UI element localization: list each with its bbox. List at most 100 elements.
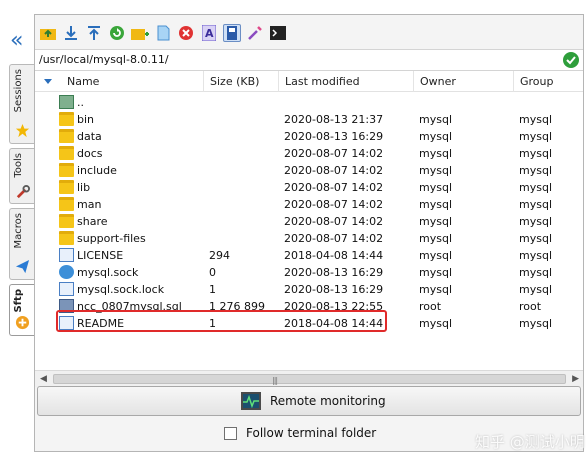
text-icon[interactable]: A <box>200 24 218 42</box>
tab-sftp[interactable]: Sftp <box>9 284 35 336</box>
path-bar[interactable]: /usr/local/mysql-8.0.11/ <box>35 49 583 71</box>
tab-sftp-label: Sftp <box>13 289 24 313</box>
file-name: docs <box>77 147 103 160</box>
file-name: .. <box>77 96 84 109</box>
download-icon[interactable] <box>62 24 80 42</box>
paper-plane-icon <box>15 259 30 274</box>
file-row[interactable]: man 2020-08-07 14:02 mysql mysql <box>35 196 583 213</box>
file-row[interactable]: .. <box>35 94 583 111</box>
remote-monitoring-button[interactable]: Remote monitoring <box>37 386 581 416</box>
file-row[interactable]: share 2020-08-07 14:02 mysql mysql <box>35 213 583 230</box>
file-group: mysql <box>519 181 552 194</box>
file-group: mysql <box>519 164 552 177</box>
file-modified: 2020-08-13 16:29 <box>284 283 384 296</box>
file-row[interactable]: mysql.sock 0 2020-08-13 16:29 mysql mysql <box>35 264 583 281</box>
file-row[interactable]: include 2020-08-07 14:02 mysql mysql <box>35 162 583 179</box>
scroll-left-icon[interactable]: ◀ <box>40 374 47 384</box>
file-size: 0 <box>209 266 216 279</box>
path-ok-icon[interactable] <box>563 52 579 68</box>
toggle-hidden-icon[interactable] <box>223 24 241 42</box>
file-name: man <box>77 198 102 211</box>
folder-icon <box>59 146 74 160</box>
file-name: include <box>77 164 117 177</box>
checkbox-box[interactable] <box>224 427 237 440</box>
file-owner: mysql <box>419 181 452 194</box>
folder-icon <box>59 163 74 177</box>
tab-macros-label: Macros <box>13 213 24 249</box>
sftp-icon <box>15 315 30 330</box>
column-header-owner[interactable]: Owner <box>413 71 513 92</box>
file-owner: mysql <box>419 215 452 228</box>
tab-tools[interactable]: Tools <box>9 148 34 204</box>
file-row[interactable]: bin 2020-08-13 21:37 mysql mysql <box>35 111 583 128</box>
file-modified: 2020-08-13 16:29 <box>284 130 384 143</box>
file-owner: mysql <box>419 198 452 211</box>
monitor-icon <box>241 392 261 410</box>
collapse-sidebar-icon[interactable]: « <box>10 30 23 52</box>
file-name: share <box>77 215 108 228</box>
file-icon <box>59 265 74 279</box>
file-group: mysql <box>519 232 552 245</box>
folder-icon <box>59 214 74 228</box>
tab-tools-label: Tools <box>13 153 24 178</box>
file-owner: mysql <box>419 232 452 245</box>
path-input[interactable]: /usr/local/mysql-8.0.11/ <box>39 53 169 66</box>
scrollbar-grip-icon: ||| <box>272 376 278 385</box>
file-owner: mysql <box>419 283 452 296</box>
file-group: mysql <box>519 266 552 279</box>
file-group: mysql <box>519 249 552 262</box>
scroll-right-icon[interactable]: ▶ <box>572 374 579 384</box>
file-name: LICENSE <box>77 249 124 262</box>
tab-sessions[interactable]: Sessions <box>9 64 34 144</box>
tab-macros[interactable]: Macros <box>9 208 34 280</box>
tools-icon <box>16 185 30 199</box>
file-owner: mysql <box>419 317 452 330</box>
sort-indicator-icon <box>44 79 52 84</box>
file-row[interactable]: data 2020-08-13 16:29 mysql mysql <box>35 128 583 145</box>
folder-icon <box>59 129 74 143</box>
file-name: mysql.sock.lock <box>77 283 165 296</box>
file-icon <box>59 282 74 296</box>
file-group: mysql <box>519 198 552 211</box>
sftp-panel: A /usr/local/mysql-8.0.11/ Name Size (KB… <box>34 14 585 452</box>
file-row[interactable]: lib 2020-08-07 14:02 mysql mysql <box>35 179 583 196</box>
file-size: 294 <box>209 249 230 262</box>
file-owner: mysql <box>419 164 452 177</box>
file-group: mysql <box>519 317 552 330</box>
file-modified: 2020-08-07 14:02 <box>284 164 384 177</box>
file-row[interactable]: mysql.sock.lock 1 2020-08-13 16:29 mysql mys… <box>35 281 583 298</box>
file-owner: mysql <box>419 147 452 160</box>
folder-icon <box>59 197 74 211</box>
file-row[interactable]: docs 2020-08-07 14:02 mysql mysql <box>35 145 583 162</box>
new-folder-icon[interactable] <box>131 24 149 42</box>
folder-icon <box>59 231 74 245</box>
refresh-icon[interactable] <box>108 24 126 42</box>
watermark: 知乎 @测试小明 <box>475 433 585 451</box>
file-row[interactable]: LICENSE 294 2018-04-08 14:44 mysql mysql <box>35 247 583 264</box>
column-header-modified[interactable]: Last modified <box>278 71 413 92</box>
file-row[interactable]: support-files 2020-08-07 14:02 mysql mysql <box>35 230 583 247</box>
folder-icon <box>59 180 74 194</box>
column-header-name[interactable]: Name <box>61 71 203 92</box>
file-name: data <box>77 130 102 143</box>
upload-folder-icon[interactable] <box>39 24 57 42</box>
file-name: support-files <box>77 232 146 245</box>
new-file-icon[interactable] <box>154 24 172 42</box>
sidebar: « Sessions Tools Macros Sftp <box>0 0 35 455</box>
file-modified: 2020-08-07 14:02 <box>284 147 384 160</box>
column-header-size[interactable]: Size (KB) <box>203 71 278 92</box>
terminal-icon[interactable] <box>269 24 287 42</box>
remote-monitoring-label: Remote monitoring <box>270 394 386 408</box>
delete-icon[interactable] <box>177 24 195 42</box>
file-modified: 2020-08-13 21:37 <box>284 113 384 126</box>
file-modified: 2020-08-13 16:29 <box>284 266 384 279</box>
file-group: mysql <box>519 130 552 143</box>
upload-icon[interactable] <box>85 24 103 42</box>
file-modified: 2020-08-07 14:02 <box>284 198 384 211</box>
file-owner: root <box>419 300 442 313</box>
file-modified: 2020-08-07 14:02 <box>284 181 384 194</box>
edit-icon[interactable] <box>246 24 264 42</box>
scrollbar-thumb[interactable]: ||| <box>53 374 566 385</box>
column-header-group[interactable]: Group <box>513 71 583 92</box>
horizontal-scrollbar[interactable]: ◀ ||| ▶ <box>35 370 583 387</box>
